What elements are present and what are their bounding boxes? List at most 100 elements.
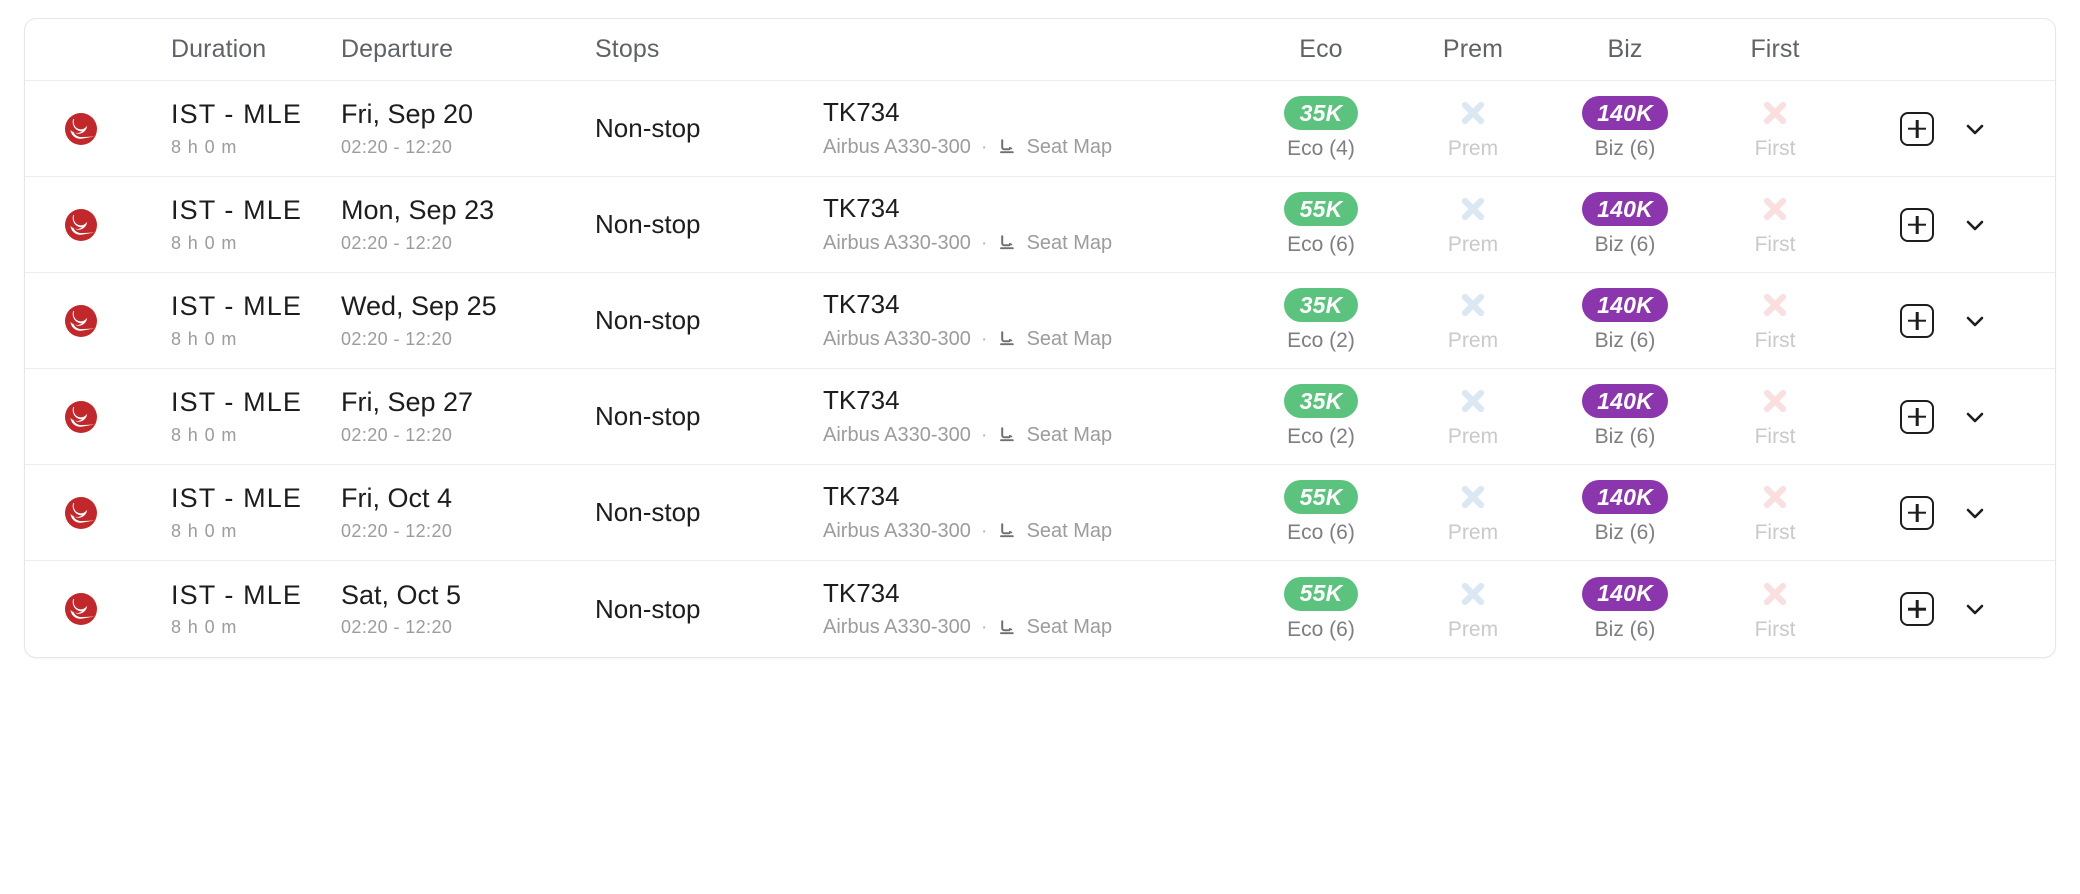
flight-detail-cell: TK734 Airbus A330-300 · Seat Map <box>823 482 1253 542</box>
column-header-departure[interactable]: Departure <box>337 35 595 64</box>
eco-price-pill[interactable]: 55K <box>1284 576 1358 611</box>
eco-price-pill[interactable]: 55K <box>1284 192 1358 226</box>
biz-label: Biz (6) <box>1594 617 1656 641</box>
route-duration-cell: IST - MLE 8 h 0 m <box>137 483 337 541</box>
eco-price-pill[interactable]: 35K <box>1284 96 1358 130</box>
table-header-row: Duration Departure Stops Eco Prem Biz Fi… <box>25 19 2055 81</box>
first-label: First <box>1754 617 1796 641</box>
aircraft-and-seatmap: Airbus A330-300 · Seat Map <box>823 232 1253 255</box>
add-to-trip-button[interactable] <box>1900 592 1934 626</box>
eco-price-pill[interactable]: 35K <box>1284 288 1358 322</box>
table-row[interactable]: IST - MLE 8 h 0 m Mon, Sep 23 02:20 - 12:20… <box>25 177 2055 273</box>
departure-cell: Wed, Sep 25 02:20 - 12:20 <box>337 291 595 349</box>
duration-label: 8 h 0 m <box>171 520 238 541</box>
column-header-eco[interactable]: Eco <box>1253 35 1389 64</box>
separator-dot: · <box>980 327 988 350</box>
cabin-cell-biz[interactable]: 140K Biz (6) <box>1557 288 1693 353</box>
add-to-trip-button[interactable] <box>1900 495 1934 530</box>
departure-times: 02:20 - 12:20 <box>341 520 453 541</box>
departure-date: Fri, Sep 27 <box>341 387 474 418</box>
flight-detail-cell: TK734 Airbus A330-300 · Seat Map <box>823 386 1253 446</box>
cabin-cell-biz[interactable]: 140K Biz (6) <box>1557 96 1693 161</box>
expand-row-chevron-down-icon[interactable] <box>1960 210 1990 240</box>
add-to-trip-button[interactable] <box>1900 303 1934 338</box>
row-actions <box>1857 207 2055 242</box>
table-row[interactable]: IST - MLE 8 h 0 m Fri, Sep 20 02:20 - 12:20… <box>25 81 2055 177</box>
biz-price-pill[interactable]: 140K <box>1582 576 1668 611</box>
table-row[interactable]: IST - MLE 8 h 0 m Sat, Oct 5 02:20 - 12:20 N… <box>25 561 2055 657</box>
airline-logo-turkish-airlines <box>25 205 137 245</box>
eco-label: Eco (6) <box>1287 521 1355 544</box>
cabin-cell-biz[interactable]: 140K Biz (6) <box>1557 576 1693 642</box>
prem-label: Prem <box>1447 329 1499 352</box>
seat-map-link[interactable]: Seat Map <box>1027 520 1113 543</box>
separator-dot: · <box>980 423 988 446</box>
eco-label: Eco (4) <box>1287 137 1355 160</box>
eco-price-pill[interactable]: 55K <box>1284 480 1358 514</box>
biz-price-pill[interactable]: 140K <box>1582 192 1668 226</box>
expand-row-chevron-down-icon[interactable] <box>1960 594 1990 624</box>
route-label: IST - MLE <box>171 483 302 514</box>
seat-icon <box>998 618 1018 638</box>
expand-row-chevron-down-icon[interactable] <box>1960 114 1990 144</box>
duration-label: 8 h 0 m <box>171 328 238 349</box>
add-to-trip-button[interactable] <box>1900 207 1934 242</box>
eco-label: Eco (2) <box>1287 425 1355 448</box>
biz-price-pill[interactable]: 140K <box>1582 480 1668 514</box>
cabin-cell-eco[interactable]: 35K Eco (2) <box>1253 384 1389 449</box>
departure-times: 02:20 - 12:20 <box>341 136 453 157</box>
cabin-cell-prem: Prem <box>1389 480 1557 545</box>
cabin-cell-eco[interactable]: 55K Eco (6) <box>1253 480 1389 545</box>
seat-map-link[interactable]: Seat Map <box>1027 328 1113 351</box>
prem-unavailable-icon <box>1456 577 1490 611</box>
biz-price-pill[interactable]: 140K <box>1582 384 1668 418</box>
column-header-duration[interactable]: Duration <box>137 35 337 64</box>
stops-label: Non-stop <box>595 113 701 143</box>
seat-map-link[interactable]: Seat Map <box>1027 616 1113 639</box>
route-label: IST - MLE <box>171 99 302 130</box>
add-to-trip-button[interactable] <box>1900 111 1934 146</box>
column-header-biz[interactable]: Biz <box>1557 35 1693 64</box>
departure-date: Wed, Sep 25 <box>341 291 497 322</box>
expand-row-chevron-down-icon[interactable] <box>1960 498 1990 528</box>
cabin-cell-eco[interactable]: 55K Eco (6) <box>1253 576 1389 642</box>
table-row[interactable]: IST - MLE 8 h 0 m Fri, Oct 4 02:20 - 12:20 N… <box>25 465 2055 561</box>
cabin-cell-eco[interactable]: 55K Eco (6) <box>1253 192 1389 257</box>
seat-map-link[interactable]: Seat Map <box>1027 424 1113 447</box>
biz-price-pill[interactable]: 140K <box>1582 96 1668 130</box>
duration-label: 8 h 0 m <box>171 617 238 638</box>
table-row[interactable]: IST - MLE 8 h 0 m Fri, Sep 27 02:20 - 12:20… <box>25 369 2055 465</box>
seat-map-link[interactable]: Seat Map <box>1027 136 1113 159</box>
duration-label: 8 h 0 m <box>171 424 238 445</box>
separator-dot: · <box>980 231 988 254</box>
first-label: First <box>1754 137 1796 160</box>
departure-cell: Fri, Sep 20 02:20 - 12:20 <box>337 99 595 157</box>
biz-price-pill[interactable]: 140K <box>1582 288 1668 322</box>
route-duration-cell: IST - MLE 8 h 0 m <box>137 195 337 253</box>
table-row[interactable]: IST - MLE 8 h 0 m Wed, Sep 25 02:20 - 12:20… <box>25 273 2055 369</box>
prem-unavailable-icon <box>1456 96 1490 130</box>
cabin-cell-biz[interactable]: 140K Biz (6) <box>1557 480 1693 545</box>
cabin-cell-first: First <box>1693 288 1857 353</box>
cabin-cell-biz[interactable]: 140K Biz (6) <box>1557 384 1693 449</box>
cabin-cell-eco[interactable]: 35K Eco (4) <box>1253 96 1389 161</box>
cabin-cell-eco[interactable]: 35K Eco (2) <box>1253 288 1389 353</box>
prem-label: Prem <box>1447 233 1499 256</box>
column-header-prem[interactable]: Prem <box>1389 35 1557 64</box>
cabin-cell-first: First <box>1693 96 1857 161</box>
expand-row-chevron-down-icon[interactable] <box>1960 306 1990 336</box>
aircraft-and-seatmap: Airbus A330-300 · Seat Map <box>823 424 1253 447</box>
stops-label: Non-stop <box>595 209 701 239</box>
column-header-first[interactable]: First <box>1693 35 1857 64</box>
expand-row-chevron-down-icon[interactable] <box>1960 402 1990 432</box>
cabin-cell-prem: Prem <box>1389 577 1557 642</box>
add-to-trip-button[interactable] <box>1900 399 1934 434</box>
column-header-stops[interactable]: Stops <box>595 35 823 64</box>
aircraft-and-seatmap: Airbus A330-300 · Seat Map <box>823 136 1253 159</box>
seat-map-link[interactable]: Seat Map <box>1027 232 1113 255</box>
first-label: First <box>1754 233 1796 256</box>
route-duration-cell: IST - MLE 8 h 0 m <box>137 291 337 349</box>
departure-times: 02:20 - 12:20 <box>341 424 453 445</box>
cabin-cell-biz[interactable]: 140K Biz (6) <box>1557 192 1693 257</box>
eco-price-pill[interactable]: 35K <box>1284 384 1358 418</box>
